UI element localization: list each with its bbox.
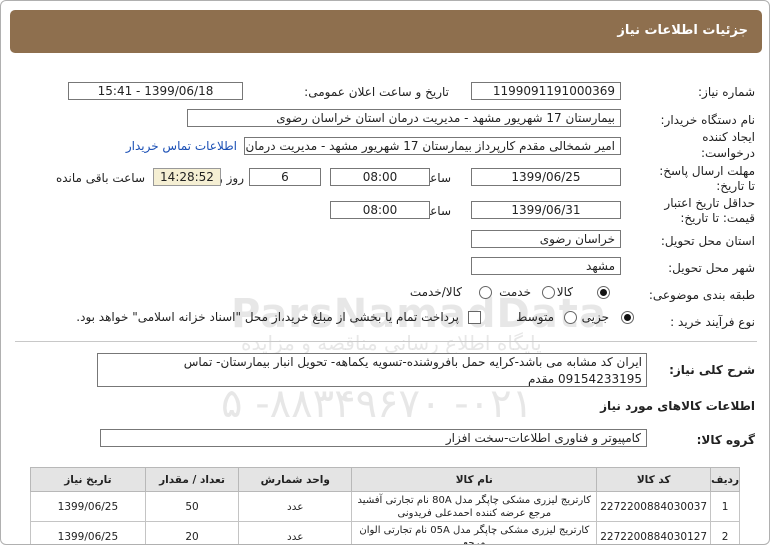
process-option-medium: متوسط	[516, 310, 554, 324]
buyer-field: بیمارستان 17 شهریور مشهد - مدیریت درمان …	[187, 109, 621, 127]
cell-item-code: 2272200884030127	[596, 521, 712, 544]
need-number-label: شماره نیاز:	[698, 85, 755, 99]
category-radio-goods-service[interactable]	[479, 286, 492, 299]
creator-label-line1: ایجاد کننده	[702, 130, 755, 144]
description-label: شرح کلی نیاز:	[669, 363, 755, 377]
process-radio-minor[interactable]	[621, 311, 634, 324]
province-field: خراسان رضوی	[471, 230, 621, 248]
goods-group-label: گروه کالا:	[696, 433, 755, 447]
process-label: نوع فرآیند خرید :	[670, 315, 755, 329]
cell-quantity: 50	[144, 491, 240, 522]
cell-item-name: کارتریج لیزری مشکی چاپگر مدل 80A نام تجا…	[351, 491, 598, 522]
cell-row-number: 1	[710, 491, 740, 522]
col-item-code: کد کالا	[596, 467, 712, 492]
announce-label: تاریخ و ساعت اعلان عمومی:	[304, 85, 449, 99]
days-count-field: 6	[249, 168, 321, 186]
category-option-service: خدمت	[499, 285, 531, 299]
goods-group-field: کامپیوتر و فناوری اطلاعات-سخت افزار	[100, 429, 647, 447]
announce-field: 1399/06/18 - 15:41	[68, 82, 243, 100]
deadline-label-line2: تا تاریخ:	[716, 179, 755, 193]
cell-row-number: 2	[710, 521, 740, 544]
panel-title: جزئیات اطلاعات نیاز	[617, 23, 748, 38]
city-label: شهر محل تحویل:	[668, 261, 755, 275]
cell-item-name: کارتریج لیزری مشکی چاپگر مدل 05A نام تجا…	[351, 521, 598, 544]
table-row[interactable]: 1 2272200884030037 کارتریج لیزری مشکی چا…	[30, 491, 740, 522]
process-option-minor: جزیی	[581, 310, 609, 324]
days-label: روز و	[217, 171, 244, 185]
watermark-phone: ۰۲۱- ۸۸۳۴۹۶۷۰- ۵	[221, 381, 534, 427]
cell-need-date: 1399/06/25	[30, 521, 146, 544]
category-radio-service[interactable]	[542, 286, 555, 299]
category-option-goods: کالا	[556, 285, 573, 299]
col-item-name: نام کالا	[351, 467, 598, 492]
goods-table: ردیف کد کالا نام کالا واحد شمارش تعداد /…	[30, 467, 740, 544]
process-radio-medium[interactable]	[564, 311, 577, 324]
creator-label-line2: درخواست:	[701, 146, 755, 160]
category-label: طبقه بندی موضوعی:	[648, 288, 755, 302]
validity-time-field: 08:00	[330, 201, 430, 219]
treasury-payment-checkbox[interactable]	[468, 311, 481, 324]
cell-unit: عدد	[238, 491, 353, 522]
validity-label-line1: حداقل تاریخ اعتبار	[664, 196, 755, 210]
province-label: استان محل تحویل:	[660, 234, 755, 248]
buyer-contact-link[interactable]: اطلاعات تماس خریدار	[126, 139, 237, 153]
remaining-time-field: 14:28:52	[153, 168, 221, 186]
cell-unit: عدد	[238, 521, 353, 544]
buyer-label: نام دستگاه خریدار:	[660, 113, 756, 127]
table-header-row: ردیف کد کالا نام کالا واحد شمارش تعداد /…	[30, 467, 740, 492]
col-unit: واحد شمارش	[238, 467, 353, 492]
col-need-date: تاریخ نیاز	[30, 467, 146, 492]
cell-need-date: 1399/06/25	[30, 491, 146, 522]
category-option-goods-service: کالا/خدمت	[409, 285, 462, 299]
category-radio-goods[interactable]	[597, 286, 610, 299]
treasury-payment-note: پرداخت تمام یا بخشی از مبلغ خرید،از محل …	[76, 310, 459, 324]
divider	[15, 341, 757, 342]
validity-label-line2: قیمت: تا تاریخ:	[680, 211, 755, 225]
deadline-date-field: 1399/06/25	[471, 168, 621, 186]
details-panel: جزئیات اطلاعات نیاز ParsNamadData پایگاه…	[0, 0, 770, 545]
col-quantity: تعداد / مقدار	[144, 467, 240, 492]
col-row-number: ردیف	[710, 467, 740, 492]
validity-date-field: 1399/06/31	[471, 201, 621, 219]
deadline-label-line1: مهلت ارسال پاسخ:	[659, 164, 755, 178]
deadline-time-field: 08:00	[330, 168, 430, 186]
panel-header: جزئیات اطلاعات نیاز	[10, 10, 762, 53]
cell-quantity: 20	[144, 521, 240, 544]
city-field: مشهد	[471, 257, 621, 275]
watermark-tagline: پایگاه اطلاع رسانی مناقصه و مزایده	[241, 331, 542, 355]
remaining-label: ساعت باقی مانده	[55, 171, 145, 185]
table-row[interactable]: 2 2272200884030127 کارتریج لیزری مشکی چا…	[30, 521, 740, 544]
creator-field: امیر شمخالی مقدم کارپرداز بیمارستان 17 ش…	[244, 137, 621, 155]
goods-section-title: اطلاعات کالاهای مورد نیاز	[600, 399, 755, 413]
description-field: ایران کد مشابه می باشد-کرایه حمل بافروشن…	[97, 353, 647, 387]
need-number-field: 1199091191000369	[471, 82, 621, 100]
cell-item-code: 2272200884030037	[596, 491, 712, 522]
